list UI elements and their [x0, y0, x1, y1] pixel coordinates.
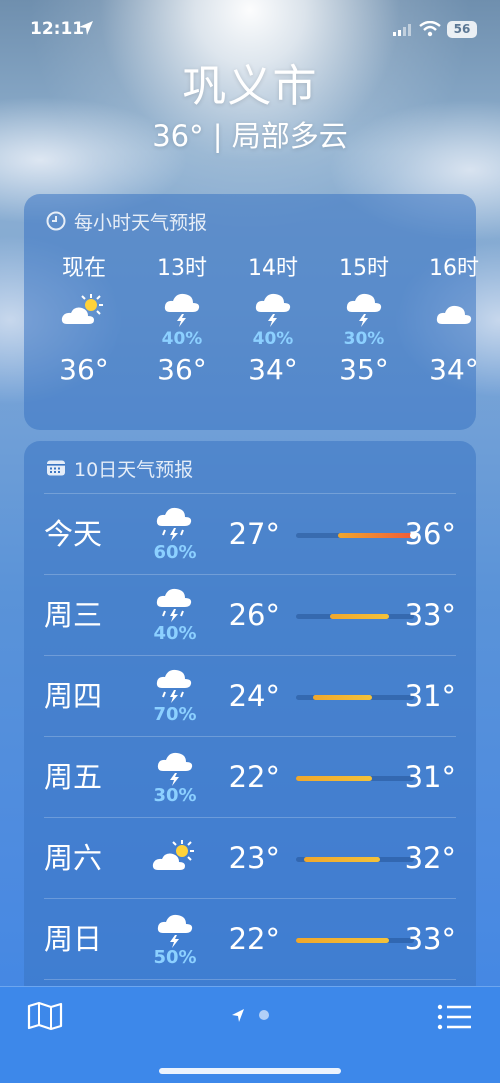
- day-precip: 60%: [153, 542, 197, 563]
- thunderstorm-icon: [346, 293, 382, 327]
- daily-title: 10日天气预报: [74, 458, 194, 481]
- temperature-range-bar: [296, 776, 414, 781]
- hour-temp: 34°: [429, 353, 479, 386]
- clock-icon: [46, 211, 66, 231]
- hourly-list: 现在 36° 13时 40% 36° 14时 40% 34° 15时 30% 3…: [24, 254, 479, 424]
- day-precip: 40%: [153, 623, 197, 644]
- thunderstorm-rain-icon: [156, 507, 192, 541]
- day-label: 周日: [44, 922, 103, 956]
- hour-precip: 40%: [161, 329, 203, 349]
- thunderstorm-rain-icon: [156, 588, 192, 622]
- hour-item: 现在 36°: [38, 254, 130, 390]
- hour-temp: 34°: [248, 353, 298, 386]
- thunderstorm-icon: [255, 293, 291, 327]
- hourly-title: 每小时天气预报: [74, 211, 208, 234]
- location-arrow-icon: [79, 21, 93, 35]
- hour-temp: 36°: [157, 353, 207, 386]
- temperature-range-fill: [329, 614, 389, 619]
- hour-label: 13时: [157, 256, 207, 281]
- thunderstorm-icon: [157, 914, 193, 948]
- hour-label: 16时: [429, 256, 479, 281]
- hourly-header: 每小时天气预报: [46, 208, 207, 234]
- day-high: 31°: [404, 679, 456, 713]
- battery-icon: 56: [447, 21, 477, 38]
- hour-precip: 30%: [343, 329, 385, 349]
- day-high: 32°: [404, 841, 456, 875]
- partly-cloudy-sun-icon: [152, 840, 194, 870]
- daily-row[interactable]: 周三 40% 26° 33°: [44, 574, 456, 655]
- day-high: 36°: [404, 517, 456, 551]
- home-indicator: [159, 1068, 341, 1074]
- temperature-range-bar: [296, 614, 414, 619]
- day-label: 周五: [44, 760, 103, 794]
- temperature-range-bar: [296, 938, 414, 943]
- cloud-icon: [436, 305, 472, 324]
- daily-row[interactable]: 周四 70% 24° 31°: [44, 655, 456, 736]
- day-precip: 30%: [153, 785, 197, 806]
- page-indicator[interactable]: [230, 1007, 272, 1023]
- temperature-range-bar: [296, 532, 417, 539]
- hour-precip: [38, 328, 130, 350]
- hour-label: 14时: [248, 256, 298, 281]
- hour-label: 现在: [61, 256, 106, 281]
- location-page-icon: [232, 1009, 244, 1022]
- daily-list: 今天 60% 27° 36° 周三 40% 26° 33° 周四 70% 24°…: [44, 493, 456, 1000]
- day-high: 33°: [404, 922, 456, 956]
- hour-item: 13时 40% 36°: [136, 254, 228, 390]
- day-low: 23°: [228, 841, 280, 875]
- temperature-range-bar: [296, 857, 414, 862]
- daily-row[interactable]: 周六 23° 32°: [44, 817, 456, 898]
- day-low: 24°: [228, 679, 280, 713]
- ten-day-forecast-card[interactable]: 10日天气预报 今天 60% 27° 36° 周三 40% 26° 33° 周四…: [24, 441, 476, 1001]
- hour-temp: 36°: [59, 353, 109, 386]
- day-label: 周三: [44, 598, 103, 632]
- day-label: 今天: [44, 517, 103, 551]
- calendar-icon: [47, 460, 65, 476]
- header: 巩义市 36° | 局部多云: [0, 60, 500, 156]
- temperature-range-fill: [304, 857, 381, 862]
- hour-item: 15时 30% 35°: [318, 254, 410, 390]
- temperature-range-fill: [338, 533, 414, 538]
- thunderstorm-icon: [164, 293, 200, 327]
- thunderstorm-icon: [157, 752, 193, 786]
- hour-label: 15时: [339, 256, 389, 281]
- day-precip: 70%: [153, 704, 197, 725]
- day-low: 22°: [228, 922, 280, 956]
- wifi-icon: [419, 21, 441, 37]
- city-name: 巩义市: [182, 61, 318, 112]
- hour-temp: 35°: [339, 353, 389, 386]
- status-bar: 12:11 56: [0, 0, 500, 58]
- day-high: 31°: [404, 760, 456, 794]
- day-precip: 50%: [153, 947, 197, 968]
- hourly-forecast-card[interactable]: 每小时天气预报 现在 36° 13时 40% 36° 14时 40% 34° 1…: [24, 194, 479, 430]
- day-low: 22°: [228, 760, 280, 794]
- day-low: 26°: [228, 598, 280, 632]
- status-time: 12:11: [30, 19, 85, 39]
- map-icon[interactable]: [27, 1001, 63, 1031]
- cellular-signal-icon: [393, 24, 411, 36]
- daily-row[interactable]: 周日 50% 22° 33°: [44, 898, 456, 979]
- daily-row[interactable]: 周五 30% 22° 31°: [44, 736, 456, 817]
- hour-precip: [408, 328, 500, 350]
- hour-item: 14时 40% 34°: [227, 254, 319, 390]
- list-icon[interactable]: [437, 1003, 473, 1031]
- hour-item: 16时 34°: [408, 254, 500, 390]
- temperature-range-fill: [312, 695, 372, 700]
- daily-row[interactable]: 今天 60% 27° 36°: [44, 493, 456, 574]
- hour-precip: 40%: [252, 329, 294, 349]
- day-label: 周六: [44, 841, 103, 875]
- temperature-range-fill: [296, 938, 389, 943]
- temperature-range-bar: [296, 695, 414, 700]
- day-high: 33°: [404, 598, 456, 632]
- temperature-range-fill: [296, 776, 372, 781]
- day-low: 27°: [228, 517, 280, 551]
- day-label: 周四: [44, 679, 103, 713]
- thunderstorm-rain-icon: [156, 669, 192, 703]
- daily-header: 10日天气预报: [46, 455, 193, 481]
- page-dot-icon: [259, 1010, 269, 1020]
- partly-cloudy-sun-icon: [61, 294, 103, 324]
- current-summary: 36° | 局部多云: [152, 119, 348, 153]
